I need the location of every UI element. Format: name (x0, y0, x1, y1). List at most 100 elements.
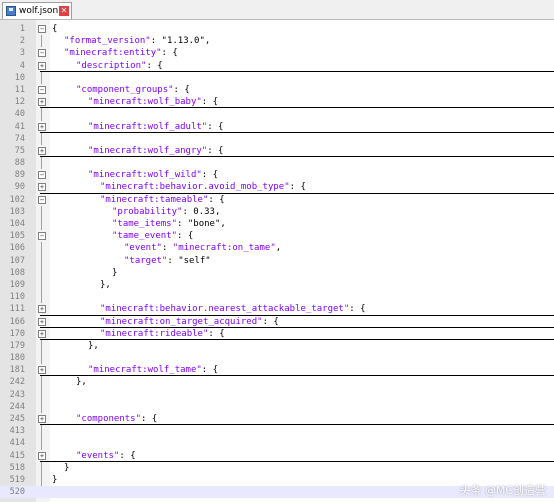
save-icon (6, 6, 16, 16)
line-number: 106 (9, 243, 25, 254)
close-icon[interactable]: ✕ (59, 6, 69, 16)
code-line[interactable]: 109}, (0, 278, 554, 292)
fold-expand-icon[interactable] (38, 183, 46, 192)
code-line[interactable]: 103 "probability": 0.33, (0, 205, 554, 218)
code-line[interactable]: 243 (0, 388, 554, 401)
line-number: 110 (9, 292, 25, 303)
code-editor[interactable]: 1{2"format_version": "1.13.0",3"minecraf… (0, 20, 554, 502)
code-text: "probability": 0.33, (112, 206, 220, 218)
code-line[interactable]: 518} (0, 461, 554, 474)
code-line[interactable]: 2 "format_version": "1.13.0", (0, 35, 554, 48)
code-line[interactable]: 90 "minecraft:behavior.avoid_mob_type": { (0, 181, 554, 194)
code-line[interactable]: 108} (0, 266, 554, 279)
fold-collapse-icon[interactable] (38, 232, 46, 241)
fold-collapse-icon[interactable] (38, 49, 46, 58)
code-line[interactable]: 74 (0, 132, 554, 145)
fold-expand-icon[interactable] (38, 61, 46, 70)
fold-expand-icon[interactable] (38, 366, 46, 375)
code-line[interactable]: 75 "minecraft:wolf_angry": { (0, 145, 554, 158)
code-line[interactable]: 180 (0, 352, 554, 365)
fold-collapse-icon[interactable] (38, 195, 46, 204)
code-text: } (64, 462, 69, 474)
line-number: 11 (14, 84, 25, 95)
code-line[interactable]: 414 (0, 437, 554, 450)
json-token: { (52, 24, 58, 34)
json-key-token: "description" (76, 60, 147, 71)
line-number: 89 (14, 170, 25, 181)
fold-expand-icon[interactable] (38, 415, 46, 423)
fold-guide (41, 132, 42, 145)
code-line[interactable]: 3 "minecraft:entity": { (0, 47, 554, 59)
line-number: 111 (9, 304, 25, 315)
code-text: "tame_event": { (112, 230, 193, 242)
code-text: "format_version": "1.13.0", (64, 35, 210, 47)
json-key-token: "components" (76, 414, 142, 424)
fold-expand-icon[interactable] (38, 317, 46, 326)
json-token: }, (100, 279, 111, 290)
json-token: : { (146, 60, 163, 71)
fold-guide (41, 205, 42, 218)
fold-collapse-icon[interactable] (38, 171, 46, 180)
fold-expand-icon[interactable] (38, 122, 46, 131)
json-key-token: "event" (124, 243, 162, 254)
code-line[interactable]: 88 (0, 157, 554, 170)
line-number: 181 (9, 365, 25, 376)
json-token: }, (88, 340, 99, 351)
code-line[interactable]: 415 "events": { (0, 450, 554, 462)
fold-expand-icon[interactable] (38, 329, 46, 338)
code-text: }, (88, 340, 99, 352)
code-line[interactable]: 170 "minecraft:rideable": { (0, 328, 554, 340)
line-number: 4 (19, 60, 25, 71)
code-line[interactable]: 105 "tame_event": { (0, 230, 554, 242)
fold-collapse-icon[interactable] (38, 25, 46, 33)
code-line[interactable]: 12 "minecraft:wolf_baby": { (0, 96, 554, 109)
line-number: 75 (14, 145, 25, 156)
json-key-token: "minecraft:wolf_baby" (88, 97, 202, 108)
code-line[interactable]: 41 "minecraft:wolf_adult": { (0, 121, 554, 133)
json-token: : { (289, 182, 306, 193)
code-line[interactable]: 166 "minecraft:on_target_acquired": { (0, 316, 554, 328)
code-line[interactable]: 10 (0, 71, 554, 84)
fold-guide (41, 242, 42, 255)
json-token: : { (207, 121, 224, 132)
code-text: "target": "self" (124, 255, 211, 267)
json-token: : { (262, 316, 279, 327)
code-line[interactable]: 1{ (0, 23, 554, 35)
code-line[interactable]: 11 "component_groups": { (0, 84, 554, 96)
fold-collapse-icon[interactable] (38, 85, 46, 94)
line-number: 12 (14, 97, 25, 108)
code-line[interactable]: 111 "minecraft:behavior.nearest_attackabl… (0, 303, 554, 316)
file-tab[interactable]: wolf.json ✕ (2, 2, 72, 19)
code-line[interactable]: 40 (0, 108, 554, 121)
fold-guide (41, 461, 42, 474)
code-text: "minecraft:tameable": { (100, 194, 225, 206)
code-line[interactable]: 106 "event": "minecraft:on_tame", (0, 242, 554, 255)
code-text: "minecraft:entity": { (64, 47, 178, 59)
fold-expand-icon[interactable] (38, 305, 46, 314)
fold-guide (41, 254, 42, 267)
json-token: : { (177, 231, 194, 242)
code-line[interactable]: 245 "components": { (0, 413, 554, 426)
json-token: : { (201, 97, 219, 108)
code-line[interactable]: 107 "target": "self" (0, 254, 554, 267)
code-line[interactable]: 242}, (0, 376, 554, 389)
code-line[interactable]: 413 (0, 425, 554, 438)
code-line[interactable]: 102 "minecraft:tameable": { (0, 194, 554, 206)
fold-expand-icon[interactable] (38, 98, 46, 107)
line-number: 520 (9, 487, 25, 498)
code-line[interactable]: 110 (0, 291, 554, 304)
line-number: 103 (9, 206, 25, 217)
json-key-token: "tame_event" (112, 231, 178, 242)
line-number: 109 (9, 279, 25, 290)
code-line[interactable]: 244 (0, 400, 554, 413)
fold-expand-icon[interactable] (38, 146, 46, 155)
code-line[interactable]: 89 "minecraft:wolf_wild": { (0, 169, 554, 181)
fold-guide (41, 437, 42, 450)
fold-expand-icon[interactable] (38, 451, 46, 460)
line-number: 105 (9, 231, 25, 242)
line-number: 107 (9, 255, 25, 266)
code-line[interactable]: 4 "description": { (0, 60, 554, 72)
code-line[interactable]: 179}, (0, 339, 554, 353)
code-line[interactable]: 181 "minecraft:wolf_tame": { (0, 364, 554, 377)
code-line[interactable]: 104 "tame_items": "bone", (0, 218, 554, 231)
